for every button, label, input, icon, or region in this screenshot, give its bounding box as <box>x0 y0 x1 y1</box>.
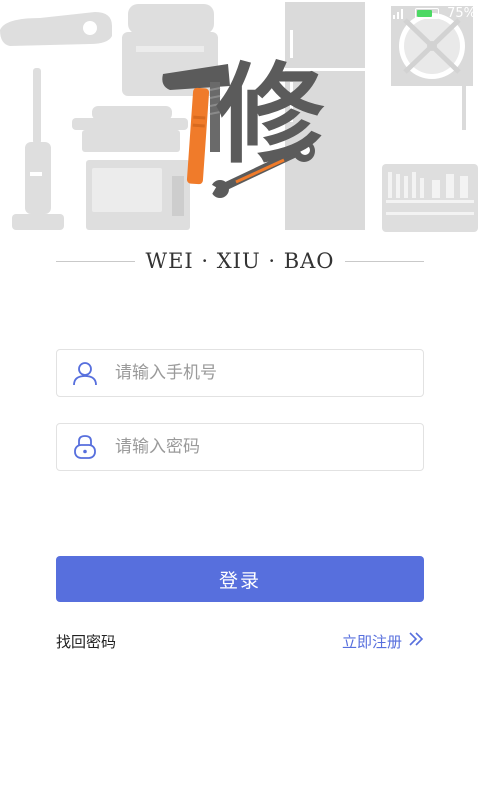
phone-input[interactable] <box>113 353 423 393</box>
divider-right <box>344 260 424 262</box>
brand-title: WEI · XIU · BAO <box>145 249 335 273</box>
brand-title-row: WEI · XIU · BAO <box>56 249 424 273</box>
user-icon <box>57 349 113 397</box>
dish-rack-icon <box>382 164 478 232</box>
upright-vacuum-icon <box>12 68 64 230</box>
double-chevron-right-icon <box>408 632 424 650</box>
logo-character: 修 <box>216 52 325 178</box>
signal-icon <box>393 7 407 19</box>
register-link[interactable]: 立即注册 <box>342 631 424 652</box>
forgot-password-link[interactable]: 找回密码 <box>56 631 116 652</box>
battery-icon <box>415 7 440 19</box>
phone-field[interactable] <box>56 349 424 397</box>
battery-percentage: 75% <box>447 5 476 21</box>
hero-illustration: 修 75% <box>0 0 480 240</box>
battery-fill <box>417 9 433 17</box>
electric-pot-icon <box>72 106 188 152</box>
register-label: 立即注册 <box>341 632 402 651</box>
password-input[interactable] <box>113 427 423 467</box>
password-field[interactable] <box>56 423 424 471</box>
status-bar: 75% <box>393 2 476 24</box>
microwave-icon <box>86 160 190 230</box>
fan-icon <box>391 6 473 130</box>
account-links: 找回密码 立即注册 <box>56 630 424 652</box>
appliances-illustration: 修 <box>0 2 478 232</box>
handheld-vacuum-icon <box>0 12 112 46</box>
divider-left <box>56 260 136 262</box>
login-button[interactable]: 登录 <box>56 556 424 602</box>
lock-icon <box>57 423 113 471</box>
